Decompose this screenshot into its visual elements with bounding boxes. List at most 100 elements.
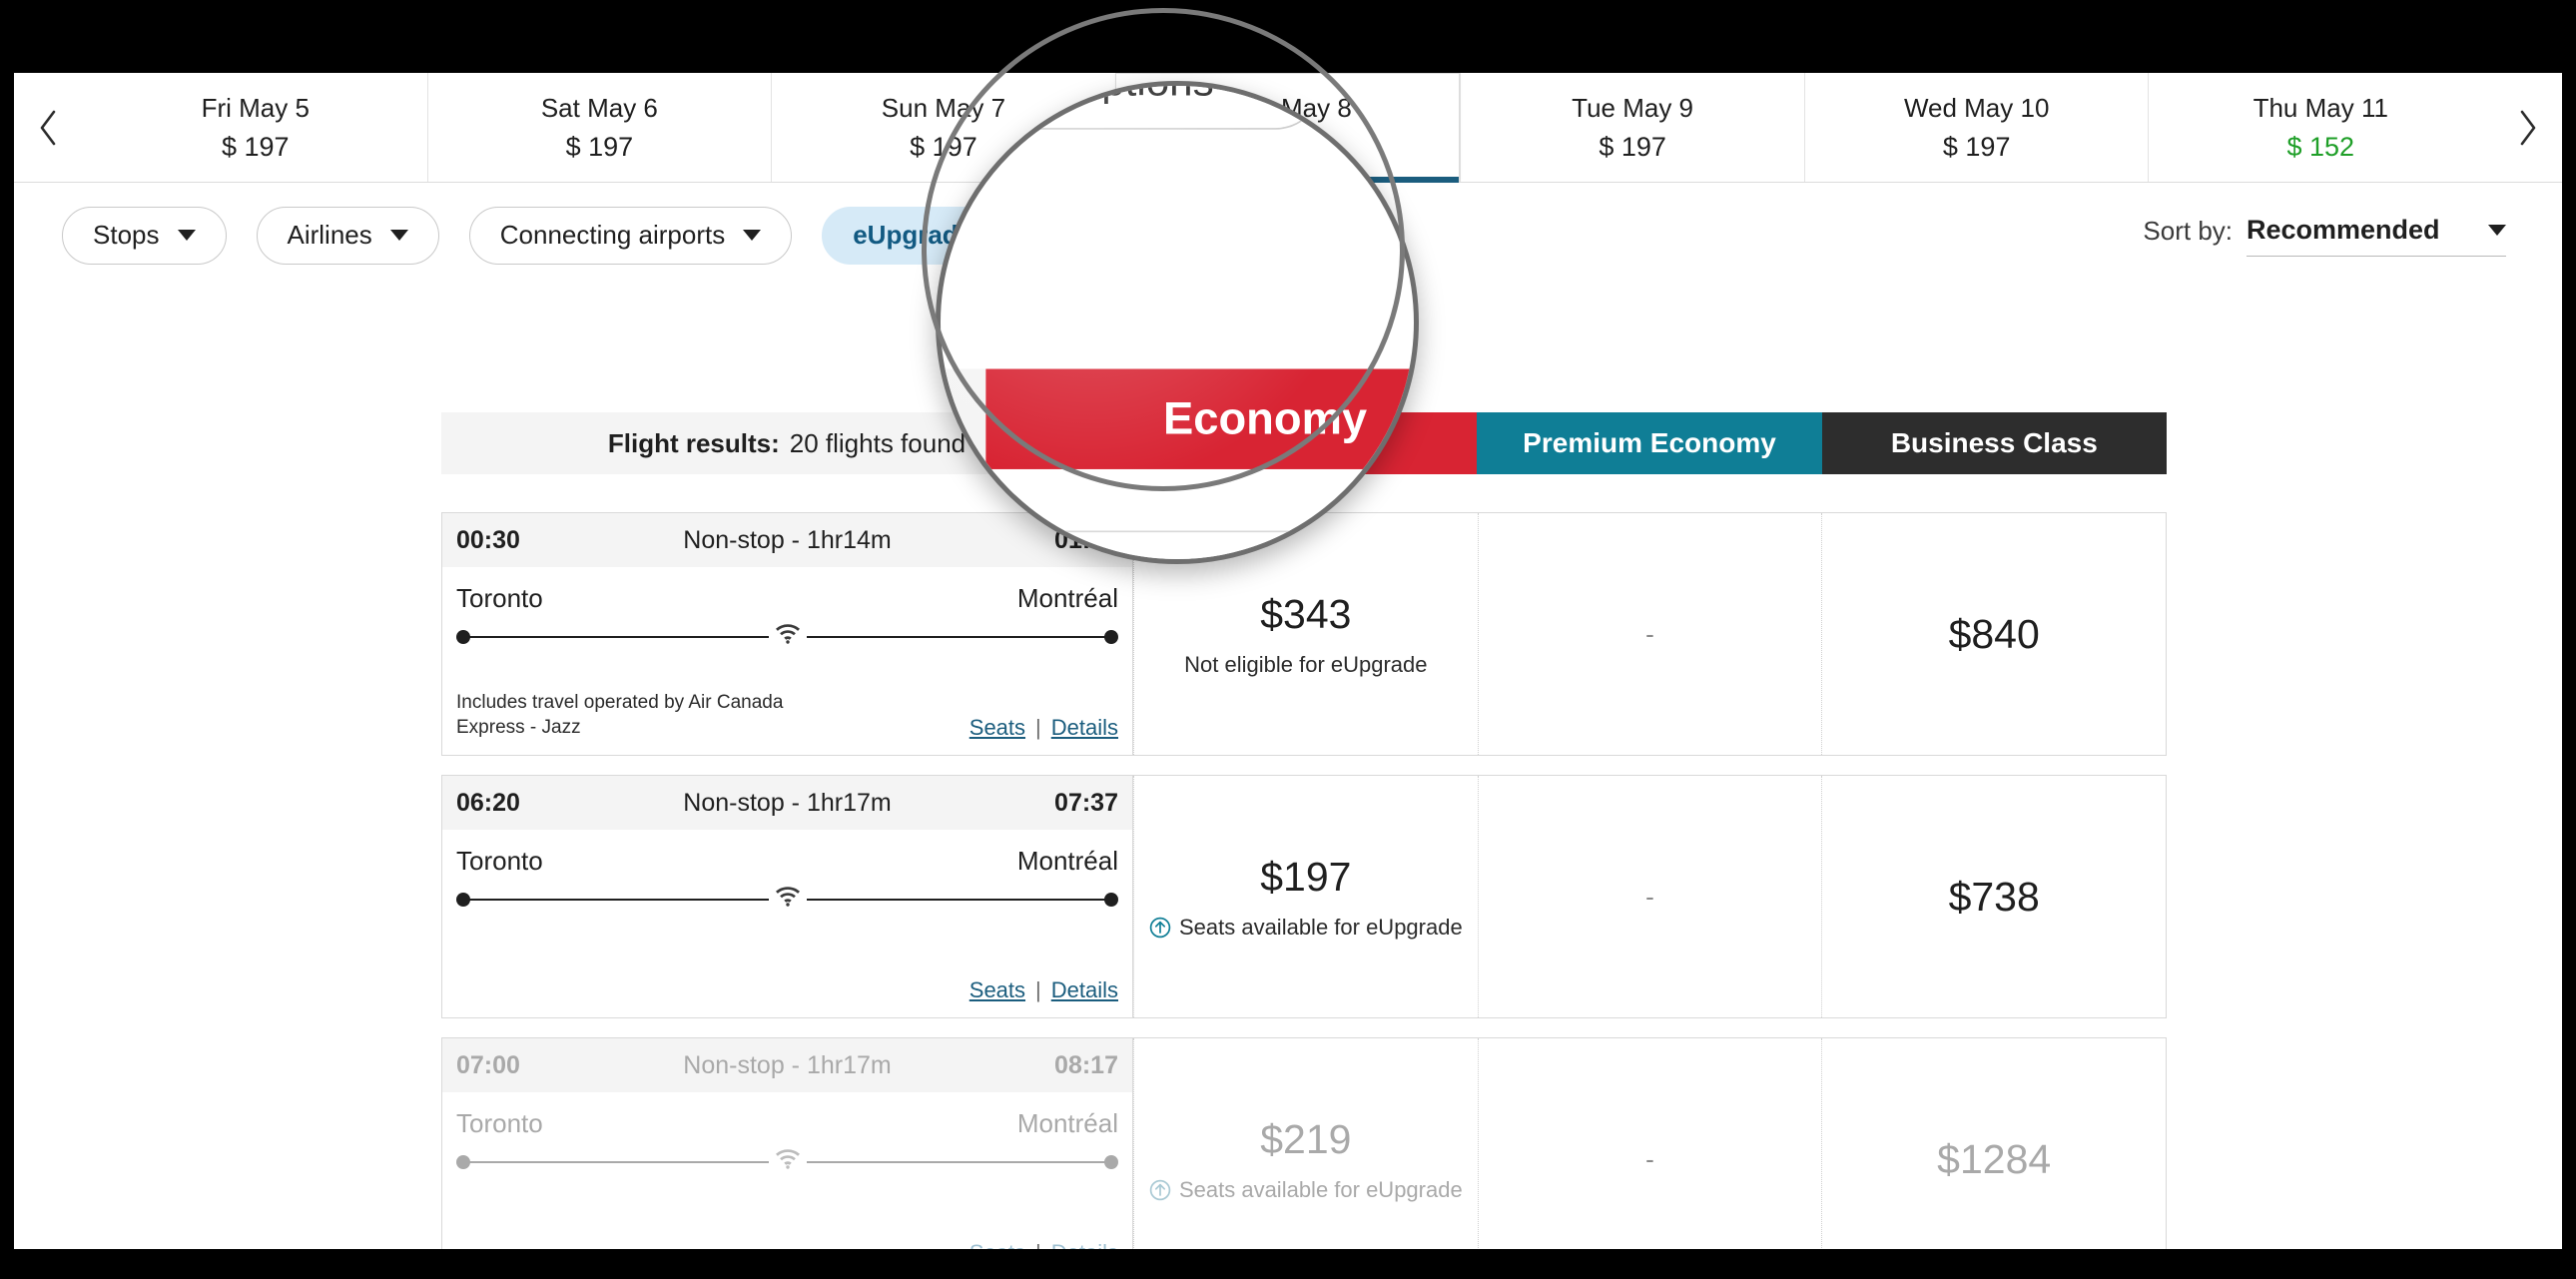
- fare-business-class-price: $840: [1948, 610, 2040, 657]
- magnifier-lens: Fri May 5$ 197Sat May 6$ 197Sun May 7$ 1…: [936, 81, 1419, 564]
- filter-pill-label: Airlines: [287, 220, 372, 250]
- fare-business-class-price: $738: [1948, 873, 2040, 920]
- flight-results-list: 00:30Non-stop - 1hr14m01:44TorontoMontré…: [941, 530, 1414, 559]
- flight-row-links: Seats | Details: [969, 977, 1118, 1003]
- date-cell-tue-may-9[interactable]: Tue May 9 $ 197: [1460, 73, 1804, 182]
- date-cell-label: Fri May 5: [201, 92, 310, 123]
- date-cell-label: Wed May 10: [1903, 92, 2050, 123]
- chevron-down-icon: [389, 230, 408, 241]
- destination-city: Montréal: [1016, 1108, 1118, 1138]
- date-cell-wed-may-10[interactable]: Wed May 10 $ 197: [1803, 73, 2149, 182]
- route-origin-dot: [456, 893, 470, 907]
- flight-row-footer: Seats | Details: [442, 977, 1132, 1017]
- fare-business-class[interactable]: $738: [1821, 776, 2166, 1017]
- details-link[interactable]: Details: [1051, 715, 1118, 741]
- prev-dates-arrow-icon[interactable]: [14, 73, 84, 182]
- results-count-value: 20 flights found: [789, 427, 966, 458]
- origin-city: Toronto: [456, 846, 543, 876]
- filter-pill-label: Connecting airports: [499, 220, 726, 250]
- date-cell-label: Sat May 6: [540, 92, 658, 123]
- date-cell-label: Thu May 11: [2253, 92, 2388, 123]
- fare-economy-note: Seats available for eUpgrade: [1149, 1177, 1463, 1203]
- flight-times: 06:20 Non-stop - 1hr17m 07:37: [442, 776, 1132, 830]
- date-cell-price: $ 152: [2286, 131, 2355, 162]
- date-cell-price: $ 197: [565, 131, 634, 162]
- filter-pill-airlines[interactable]: Airlines: [256, 206, 439, 265]
- next-dates-arrow-icon[interactable]: [2492, 73, 2562, 182]
- filter-bar: StopsAirlinesConnecting airportseUpgrade…: [941, 86, 1414, 167]
- link-separator: |: [1035, 977, 1041, 1002]
- flight-cities: Toronto Montréal: [442, 567, 1132, 614]
- fare-economy[interactable]: $219 Seats available for eUpgrade: [1133, 1038, 1478, 1249]
- fare-premium-economy-price: -: [1645, 1143, 1654, 1174]
- sort-by-value: Recommended: [2247, 214, 2440, 245]
- fare-economy-price: $219: [1260, 1115, 1352, 1162]
- fare-premium-economy[interactable]: -: [1477, 776, 1822, 1017]
- flight-row-footer: Includes travel operated by Air Canada E…: [442, 690, 1132, 755]
- fare-business-class[interactable]: $1284: [1821, 1038, 2166, 1249]
- fare-economy-note-text: Seats available for eUpgrade: [1178, 914, 1463, 940]
- eupgrade-arrow-icon: [1149, 917, 1171, 939]
- date-cell-thu-may-11[interactable]: Thu May 11 $ 152: [2148, 73, 2493, 182]
- flight-row-links: Seats | Details: [969, 715, 1118, 741]
- seats-link[interactable]: Seats: [969, 977, 1025, 1003]
- flight-row-links: Seats | Details: [969, 1240, 1118, 1249]
- route-line: [456, 622, 1118, 648]
- details-link[interactable]: Details: [1051, 977, 1118, 1003]
- date-cell-sat-may-6[interactable]: Sat May 6 $ 197: [426, 73, 772, 182]
- chevron-down-icon: [177, 230, 196, 241]
- route-origin-dot: [456, 1155, 470, 1169]
- fare-economy-note: Not eligible for eUpgrade: [1184, 652, 1427, 678]
- filter-pill-row: StopsAirlinesConnecting airportseUpgrade…: [941, 86, 1371, 129]
- fare-premium-economy[interactable]: -: [1477, 1038, 1822, 1249]
- flight-results-list: 00:30Non-stop - 1hr14m01:44TorontoMontré…: [441, 512, 2167, 1249]
- details-link[interactable]: Details: [1051, 1240, 1118, 1249]
- link-separator: |: [1035, 715, 1041, 740]
- seats-link[interactable]: Seats: [969, 715, 1025, 741]
- tab-business-class[interactable]: Business Class: [1821, 412, 2167, 474]
- flight-row[interactable]: 06:20 Non-stop - 1hr17m 07:37 Toronto Montré…: [441, 775, 2167, 1018]
- route-destination-dot: [1104, 1155, 1118, 1169]
- flight-row[interactable]: 07:00 Non-stop - 1hr17m 08:17 Toronto Montré…: [441, 1037, 2167, 1249]
- chevron-down-icon: [743, 230, 762, 241]
- flight-duration: Non-stop - 1hr17m: [683, 1050, 892, 1079]
- fare-economy[interactable]: $197 Seats available for eUpgrade: [1133, 776, 1478, 1017]
- seats-link[interactable]: Seats: [969, 1240, 1025, 1249]
- sort-control: Sort by: Recommended: [2143, 215, 2514, 257]
- operated-by-note: Includes travel operated by Air Canada E…: [456, 691, 784, 739]
- fare-economy-price: $343: [1260, 590, 1352, 637]
- fare-premium-economy[interactable]: -: [1477, 513, 1822, 755]
- sort-by-select[interactable]: Recommended: [2247, 215, 2506, 257]
- results-header: Flight results: 20 flights found Economy…: [941, 368, 1414, 469]
- route-origin-dot: [456, 630, 470, 644]
- filter-pill-stops[interactable]: Stops: [62, 206, 227, 265]
- tab-economy: Economy: [985, 368, 1414, 469]
- date-cell-price: $ 197: [1942, 131, 2011, 162]
- flight-duration: Non-stop - 1hr17m: [683, 788, 892, 817]
- filter-pill-more-options: More options: [941, 86, 1323, 129]
- date-cell-fri-may-5[interactable]: Fri May 5 $ 197: [84, 73, 427, 182]
- flight-results-count: Flight results: 20 flights found: [941, 368, 986, 469]
- route-line: [456, 885, 1118, 911]
- fare-economy-note-text: Not eligible for eUpgrade: [1184, 651, 1428, 677]
- fare-business-class[interactable]: $840: [1821, 513, 2166, 755]
- filter-pill-connecting-airports[interactable]: Connecting airports: [468, 206, 793, 265]
- fare-economy-note: Seats available for eUpgrade: [1149, 915, 1463, 941]
- fare-premium-economy-price: -: [1645, 618, 1654, 649]
- origin-city: Toronto: [456, 1108, 543, 1138]
- flight-times: 07:00 Non-stop - 1hr17m 08:17: [442, 1038, 1132, 1092]
- origin-city: Toronto: [456, 583, 543, 613]
- flight-row-footer: Seats | Details: [442, 1240, 1132, 1249]
- flight-row: 00:30Non-stop - 1hr14m01:44TorontoMontré…: [941, 530, 1414, 559]
- magnifier-lens-content: Fri May 5$ 197Sat May 6$ 197Sun May 7$ 1…: [941, 86, 1414, 559]
- route-destination-dot: [1104, 630, 1118, 644]
- fare-economy-note-text: Seats available for eUpgrade: [1178, 1176, 1463, 1202]
- tab-premium-economy-label: Premium Economy: [1523, 427, 1776, 458]
- date-cell-price: $ 197: [1599, 131, 1666, 162]
- date-cell-price: $ 197: [222, 131, 290, 162]
- tab-premium-economy[interactable]: Premium Economy: [1477, 412, 1822, 474]
- flight-itinerary: 06:20 Non-stop - 1hr17m 07:37 Toronto Montré…: [442, 776, 1133, 1017]
- wifi-icon: [768, 622, 807, 648]
- tab-economy-label: Economy: [1162, 392, 1368, 444]
- results-count-label: Flight results:: [607, 427, 780, 458]
